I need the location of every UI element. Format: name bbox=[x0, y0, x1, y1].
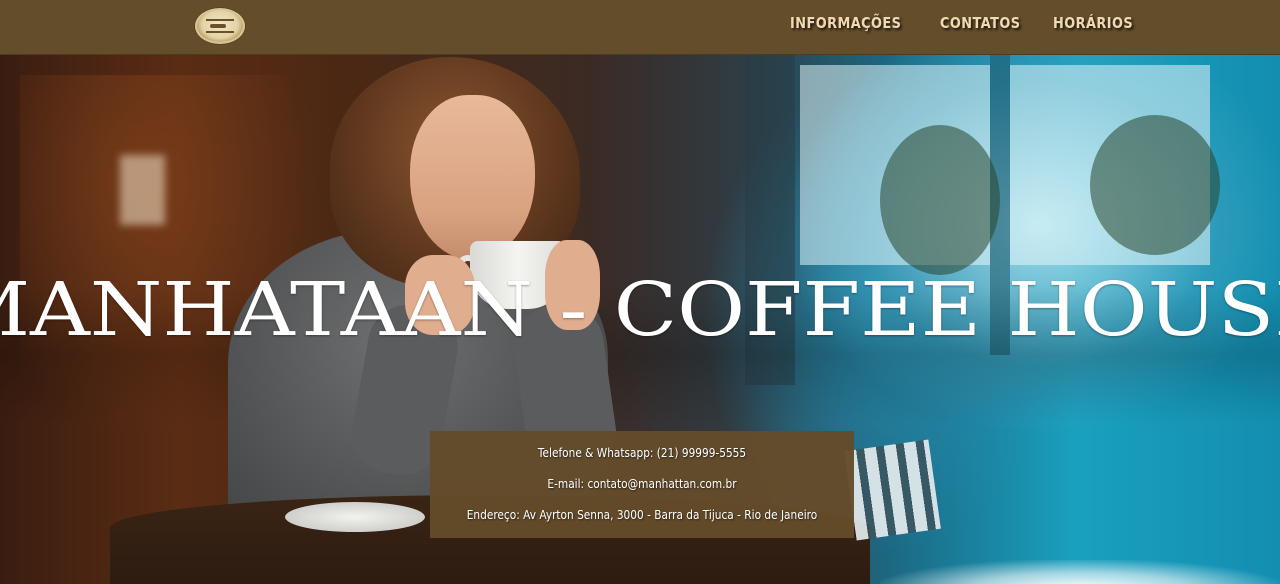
nav-link-contatos[interactable]: CONTATOS bbox=[940, 14, 1021, 32]
lamp-glow bbox=[120, 155, 165, 225]
contact-box: Telefone & Whatsapp: (21) 99999-5555 E-m… bbox=[430, 431, 854, 538]
main-nav: INFORMAÇÕES CONTATOS HORÁRIOS bbox=[790, 14, 1146, 32]
contact-phone: Telefone & Whatsapp: (21) 99999-5555 bbox=[537, 446, 747, 460]
contact-address: Endereço: Av Ayrton Senna, 3000 - Barra … bbox=[466, 508, 818, 522]
contact-email[interactable]: E-mail: contato@manhattan.com.br bbox=[455, 476, 828, 492]
person-face bbox=[410, 95, 535, 260]
napkin bbox=[844, 439, 941, 541]
logo-emblem bbox=[206, 19, 234, 33]
hero-title: MANHATAAN - COFFEE HOUSE bbox=[0, 267, 1280, 353]
foam-edge bbox=[880, 560, 1280, 584]
nav-link-horarios[interactable]: HORÁRIOS bbox=[1053, 14, 1133, 32]
logo-icon[interactable] bbox=[195, 8, 245, 44]
plant bbox=[880, 125, 1000, 275]
hero-section: MANHATAAN - COFFEE HOUSE Telefone & What… bbox=[0, 55, 1280, 584]
top-navbar: INFORMAÇÕES CONTATOS HORÁRIOS bbox=[0, 0, 1280, 55]
nav-link-informacoes[interactable]: INFORMAÇÕES bbox=[790, 14, 901, 32]
plant bbox=[1090, 115, 1220, 255]
saucer bbox=[285, 502, 425, 532]
